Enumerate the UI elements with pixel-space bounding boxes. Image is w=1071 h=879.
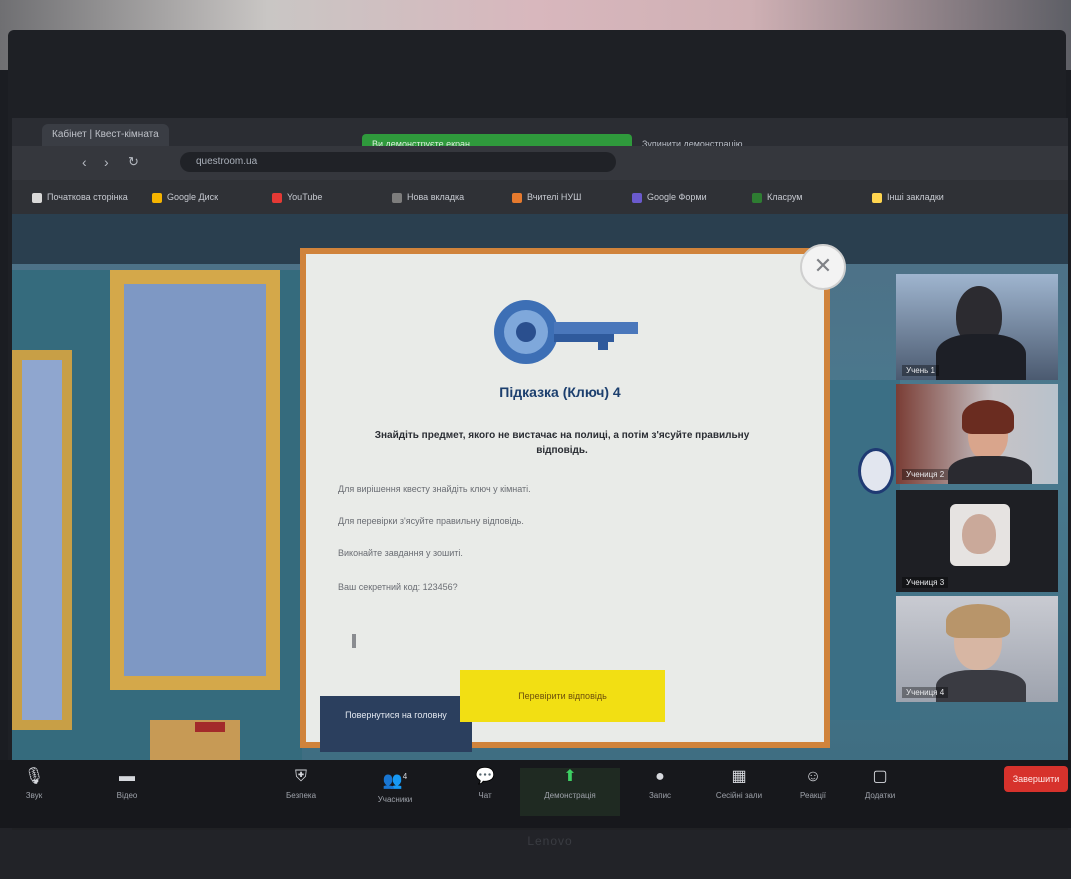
breakout-label: Сесійні зали	[715, 791, 763, 800]
bookmark-label: Google Диск	[167, 192, 219, 202]
reload-icon[interactable]: ↻	[128, 154, 139, 170]
bookmark-favicon-icon	[752, 192, 762, 203]
bookmark-item[interactable]: Початкова сторінка	[32, 188, 128, 206]
bookmark-label: Початкова сторінка	[47, 192, 128, 202]
monitor-brand: Lenovo	[527, 834, 573, 848]
bookmark-favicon-icon	[32, 192, 42, 203]
scene-window-left	[12, 350, 72, 730]
video-label: Відео	[116, 791, 138, 800]
bookmark-label: Нова вкладка	[407, 192, 465, 202]
share-screen-button[interactable]: ⬆ Демонстрація	[520, 768, 620, 816]
bookmark-item[interactable]: YouTube	[272, 188, 322, 206]
camera-icon: ▬	[119, 768, 135, 785]
record-label: Запис	[648, 791, 672, 800]
participant-name: Учень 1	[902, 365, 939, 376]
bookmark-item[interactable]: Нова вкладка	[392, 188, 464, 206]
chat-icon: 💬	[475, 768, 495, 785]
bookmark-label: Класрум	[767, 192, 803, 202]
bookmark-favicon-icon	[272, 192, 282, 203]
participant-body	[936, 334, 1026, 380]
scene-right-wall	[830, 380, 900, 720]
hint-line: Для вирішення квесту знайдіть ключ у кім…	[338, 484, 531, 494]
share-screen-icon: ⬆	[563, 768, 577, 785]
apps-icon: ▢	[872, 768, 888, 785]
participant-video-tile[interactable]: Учень 1	[896, 274, 1058, 380]
close-icon[interactable]: ✕	[800, 244, 846, 290]
text-cursor	[352, 634, 356, 648]
participant-face	[962, 514, 996, 554]
apps-label: Додатки	[864, 791, 896, 800]
bookmarks-list: Початкова сторінка Google Диск YouTube Нова…	[32, 188, 1062, 206]
hint-line: Ваш секретний код: 123456?	[338, 582, 458, 592]
bookmark-item[interactable]: Вчителі НУШ	[512, 188, 581, 206]
participant-video-tile[interactable]: Учениця 4	[896, 596, 1058, 702]
hint-line: Для перевірки з'ясуйте правильну відпові…	[338, 516, 524, 526]
scene-window-main	[110, 270, 280, 690]
dialog-title: Підказка (Ключ) 4	[499, 384, 621, 400]
hint-line: Виконайте завдання у зошиті.	[338, 548, 463, 558]
share-label: Демонстрація	[544, 791, 596, 800]
mute-button[interactable]: 🎙 Звук	[6, 768, 62, 800]
bookmark-favicon-icon	[392, 192, 402, 203]
shield-icon: ⛨	[294, 768, 307, 785]
participant-video-tile[interactable]: Учениця 3	[896, 490, 1058, 592]
url-input[interactable]: questroom.ua	[180, 152, 616, 172]
end-meeting-label: Завершити	[1012, 774, 1060, 784]
bookmark-label: YouTube	[287, 192, 323, 202]
bookmark-label: Google Форми	[647, 192, 707, 202]
participant-body	[948, 456, 1032, 484]
bookmark-favicon-icon	[512, 192, 522, 203]
record-icon: ●	[655, 768, 665, 785]
browser-tab[interactable]: Кабінет | Квест-кімната	[42, 124, 169, 146]
participant-hair	[946, 604, 1010, 638]
participant-name: Учениця 2	[902, 469, 949, 480]
breakout-rooms-icon: ▦	[731, 768, 747, 785]
bookmark-favicon-icon	[872, 192, 882, 203]
participant-name: Учениця 4	[902, 687, 949, 698]
bookmark-label: Інші закладки	[887, 192, 944, 202]
record-button[interactable]: ● Запис	[630, 768, 690, 800]
mute-label: Звук	[25, 791, 43, 800]
breakout-rooms-button[interactable]: ▦ Сесійні зали	[694, 768, 784, 800]
participants-count: 4	[402, 772, 408, 781]
reactions-label: Реакції	[800, 791, 826, 800]
reactions-button[interactable]: ☺ Реакції	[788, 768, 838, 800]
forward-icon[interactable]: ›	[104, 154, 109, 170]
participants-label: Учасники	[377, 795, 413, 805]
bookmark-item[interactable]: Google Форми	[632, 188, 707, 206]
bookmark-label: Вчителі НУШ	[527, 192, 582, 202]
security-button[interactable]: ⛨ Безпека	[266, 768, 336, 800]
bookmark-favicon-icon	[152, 192, 162, 203]
participants-button[interactable]: 👥4 Учасники	[360, 768, 430, 804]
scene-clock[interactable]	[858, 448, 894, 494]
participant-body	[936, 670, 1026, 702]
participant-video-tile[interactable]: Учениця 2	[896, 384, 1058, 484]
check-answer-button[interactable]: Перевірити відповідь	[460, 670, 665, 722]
microphone-icon: 🎙	[23, 768, 45, 785]
back-icon[interactable]: ‹	[82, 154, 87, 170]
chat-button[interactable]: 💬 Чат	[460, 768, 510, 800]
video-button[interactable]: ▬ Відео	[92, 768, 162, 800]
bookmark-item[interactable]: Класрум	[752, 188, 803, 206]
main-menu-button[interactable]: Повернутися на головну	[320, 696, 472, 752]
participant-name: Учениця 3	[902, 577, 949, 588]
bookmark-item[interactable]: Google Диск	[152, 188, 218, 206]
bookmark-favicon-icon	[632, 192, 642, 203]
participants-icon: 👥4	[382, 772, 408, 790]
security-label: Безпека	[285, 791, 317, 800]
participant-hair	[962, 400, 1014, 434]
scene-book[interactable]	[195, 722, 225, 732]
reactions-icon: ☺	[804, 768, 822, 785]
chat-label: Чат	[478, 791, 492, 800]
dialog-intro: Знайдіть предмет, якого не вистачає на п…	[374, 430, 750, 456]
tab-title: Кабінет | Квест-кімната	[52, 129, 159, 140]
apps-button[interactable]: ▢ Додатки	[850, 768, 910, 800]
key-icon	[494, 300, 638, 364]
bookmark-item[interactable]: Інші закладки	[872, 188, 944, 206]
